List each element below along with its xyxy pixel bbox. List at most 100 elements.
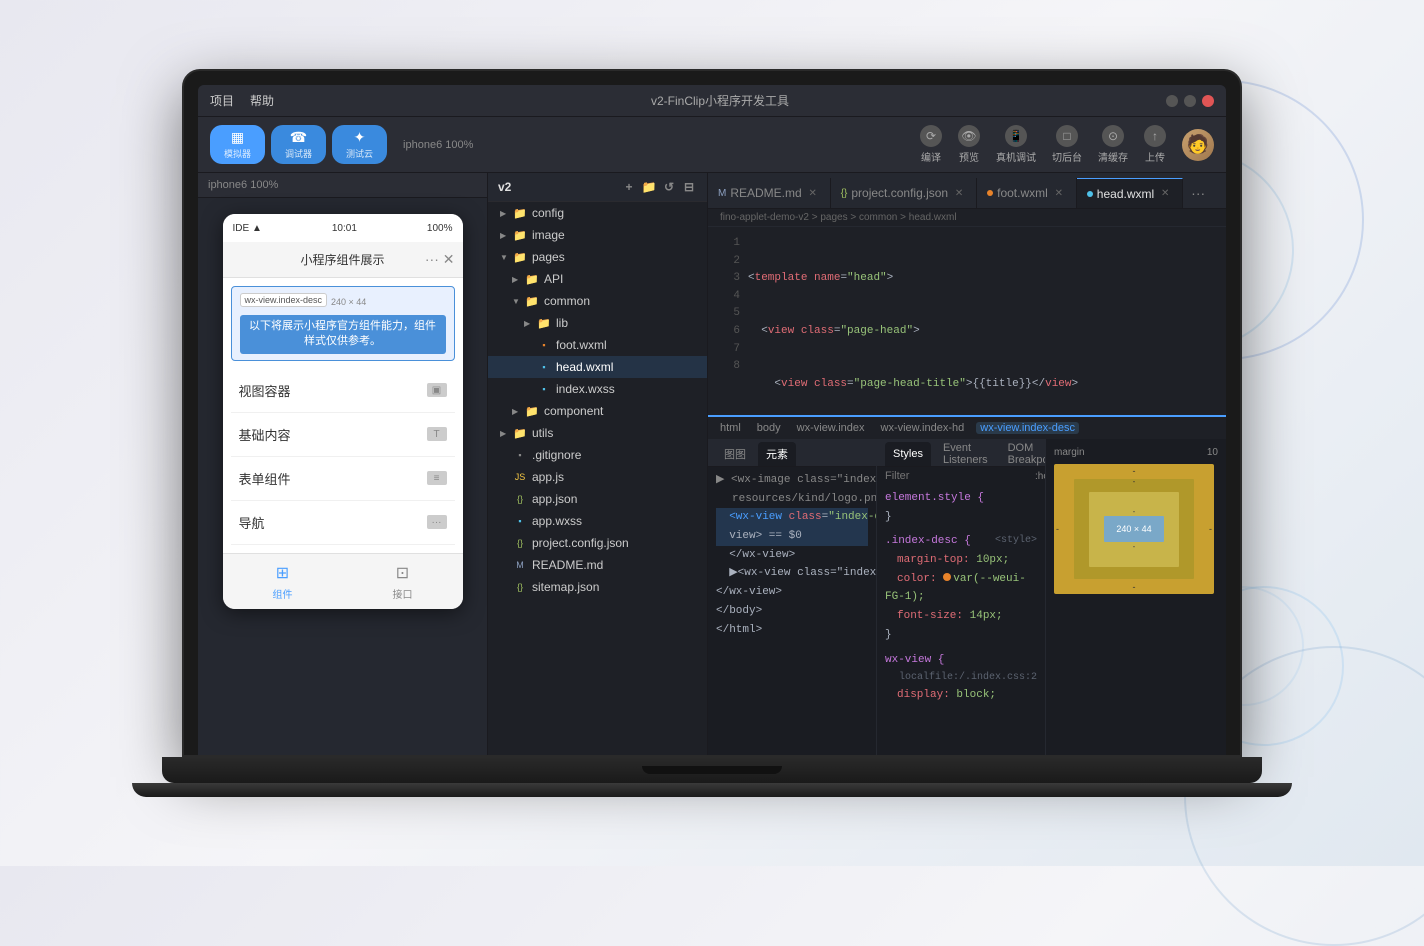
tab-readme[interactable]: M README.md ✕ — [708, 178, 831, 208]
action-upload[interactable]: ↑ 上传 — [1144, 125, 1166, 164]
path-item-wx-view-index-desc[interactable]: wx-view.index-desc — [976, 422, 1079, 434]
phone-time: 10:01 — [332, 223, 357, 234]
highlight-element-label: wx-view.index-desc — [240, 293, 328, 307]
action-compile[interactable]: ⟳ 编译 — [920, 125, 942, 164]
tab-bar: M README.md ✕ {} project.config.json ✕ f… — [708, 173, 1226, 209]
list-item-nav[interactable]: 导航 ··· — [231, 501, 455, 545]
tree-item-project-config[interactable]: ▶ {} project.config.json — [488, 532, 707, 554]
html-line-3: <wx-view class="index-desc">以下将展示小程序官方组件… — [716, 508, 868, 527]
folder-icon-image: 📁 — [512, 227, 528, 243]
new-folder-button[interactable]: 📁 — [641, 179, 657, 195]
tree-item-head-wxml[interactable]: ▶ ▪ head.wxml — [488, 356, 707, 378]
tree-item-readme[interactable]: ▶ M README.md — [488, 554, 707, 576]
tab-project-config[interactable]: {} project.config.json ✕ — [831, 178, 977, 208]
list-item-form[interactable]: 表单组件 ≡ — [231, 457, 455, 501]
tab-project-config-close[interactable]: ✕ — [952, 186, 966, 200]
styles-element-close: } — [885, 511, 892, 523]
mode-debugger-button[interactable]: ☎ 调试器 — [271, 125, 326, 164]
devtools-tab-elements[interactable]: 元素 — [758, 442, 796, 466]
list-item-view-container[interactable]: 视图容器 ▣ — [231, 369, 455, 413]
tab-more-button[interactable]: ··· — [1183, 178, 1213, 208]
action-clear-cache[interactable]: ⊙ 清缓存 — [1098, 125, 1128, 164]
devtools-tab-styles[interactable]: 图图 — [716, 442, 754, 466]
folder-icon-common: 📁 — [524, 293, 540, 309]
styles-index-desc-close: } — [885, 629, 892, 641]
code-content[interactable]: <template name="head"> <view class="page… — [744, 227, 1226, 415]
tree-item-app-wxss[interactable]: ▶ ▪ app.wxss — [488, 510, 707, 532]
devtools-area: html body wx-view.index wx-view.index-hd… — [708, 415, 1226, 755]
action-mobile-debug[interactable]: 📱 真机调试 — [996, 125, 1036, 164]
breadcrumb-pages: pages — [812, 212, 848, 223]
styles-filter-input[interactable] — [885, 470, 1027, 482]
list-item-basic-content[interactable]: 基础内容 T — [231, 413, 455, 457]
tree-label-image: image — [532, 228, 565, 242]
action-preview[interactable]: 👁 预览 — [958, 125, 980, 164]
tree-label-common: common — [544, 294, 590, 308]
tree-item-pages[interactable]: ▼ 📁 pages — [488, 246, 707, 268]
minimize-button[interactable] — [1166, 95, 1178, 107]
styles-tab-event-listeners[interactable]: Event Listeners — [935, 442, 996, 466]
new-file-button[interactable]: + — [621, 179, 637, 195]
user-avatar[interactable]: 🧑 — [1182, 129, 1214, 161]
styles-tab-dom-breakpoints[interactable]: DOM Breakpoints — [1000, 442, 1046, 466]
styles-font-size: font-size: 14px; — [885, 610, 1003, 622]
line-num-7: 7 — [712, 341, 740, 359]
mode-testcloud-button[interactable]: ✦ 测试云 — [332, 125, 387, 164]
tree-item-image[interactable]: ▶ 📁 image — [488, 224, 707, 246]
action-cut-backend[interactable]: □ 切后台 — [1052, 125, 1082, 164]
tree-item-app-js[interactable]: ▶ JS app.js — [488, 466, 707, 488]
menu-help[interactable]: 帮助 — [250, 92, 274, 109]
mode-testcloud-label: 测试云 — [346, 147, 373, 160]
list-icon-nav: ··· — [427, 515, 447, 529]
path-item-wx-view-index[interactable]: wx-view.index — [793, 422, 869, 434]
close-button[interactable] — [1202, 95, 1214, 107]
tree-item-foot-wxml[interactable]: ▶ ▪ foot.wxml — [488, 334, 707, 356]
collapse-tree-button[interactable]: ⊟ — [681, 179, 697, 195]
tree-item-gitignore[interactable]: ▶ ▪ .gitignore — [488, 444, 707, 466]
styles-element-style-header: element.style { — [885, 492, 984, 504]
tree-item-component[interactable]: ▶ 📁 component — [488, 400, 707, 422]
styles-rule-index-desc: .index-desc { <style> margin-top: 10px; … — [885, 532, 1037, 644]
styles-content: element.style { } .index-desc { <style> — [877, 485, 1045, 755]
list-icon-basic-content: T — [427, 427, 447, 441]
tab-readme-close[interactable]: ✕ — [806, 186, 820, 200]
refresh-tree-button[interactable]: ↺ — [661, 179, 677, 195]
menu-project[interactable]: 项目 — [210, 92, 234, 109]
tree-item-utils[interactable]: ▶ 📁 utils — [488, 422, 707, 444]
tree-item-config[interactable]: ▶ 📁 config — [488, 202, 707, 224]
tree-item-sitemap[interactable]: ▶ {} sitemap.json — [488, 576, 707, 598]
line-num-4: 4 — [712, 288, 740, 306]
html-view[interactable]: ▶ <wx-image class="index-logo" src="../r… — [708, 467, 876, 755]
tree-item-common[interactable]: ▼ 📁 common — [488, 290, 707, 312]
phone-nav-components[interactable]: ⊞ 组件 — [272, 562, 294, 601]
window-controls — [1166, 95, 1214, 107]
tree-item-api[interactable]: ▶ 📁 API — [488, 268, 707, 290]
tree-item-lib[interactable]: ▶ 📁 lib — [488, 312, 707, 334]
maximize-button[interactable] — [1184, 95, 1196, 107]
styles-tab-styles[interactable]: Styles — [885, 442, 931, 466]
code-line-1: <template name="head"> — [748, 270, 1222, 288]
path-item-body[interactable]: body — [753, 422, 785, 434]
tab-head-close[interactable]: ✕ — [1158, 187, 1172, 201]
styles-hov-button[interactable]: :hov — [1035, 471, 1046, 482]
cut-backend-icon: □ — [1056, 125, 1078, 147]
html-line-4: view> == $0 — [716, 527, 868, 546]
box-padding-label: - — [1133, 507, 1136, 516]
box-model-panel: margin 10 - - - - — [1046, 439, 1226, 755]
html-line-2: resources/kind/logo.png">_</wx-image> — [716, 490, 868, 509]
styles-wx-view-source[interactable]: localfile:/.index.css:2 — [899, 669, 1037, 686]
mode-simulator-button[interactable]: ▦ 模拟器 — [210, 125, 265, 164]
phone-bottom-nav: ⊞ 组件 ⊡ 接口 — [223, 553, 463, 609]
tree-item-index-wxss[interactable]: ▶ ▪ index.wxss — [488, 378, 707, 400]
box-border-label: - — [1133, 477, 1136, 486]
phone-nav-dots[interactable]: ··· ✕ — [425, 251, 455, 268]
mode-simulator-label: 模拟器 — [224, 147, 251, 160]
tab-head-wxml[interactable]: head.wxml ✕ — [1077, 178, 1183, 208]
tree-item-app-json[interactable]: ▶ {} app.json — [488, 488, 707, 510]
phone-nav-api[interactable]: ⊡ 接口 — [392, 562, 414, 601]
tab-foot-close[interactable]: ✕ — [1052, 186, 1066, 200]
code-line-3: <view class="page-head-title">{{title}}<… — [748, 376, 1222, 394]
path-item-html[interactable]: html — [716, 422, 745, 434]
tab-foot-wxml[interactable]: foot.wxml ✕ — [977, 178, 1077, 208]
path-item-wx-view-index-hd[interactable]: wx-view.index-hd — [877, 422, 969, 434]
